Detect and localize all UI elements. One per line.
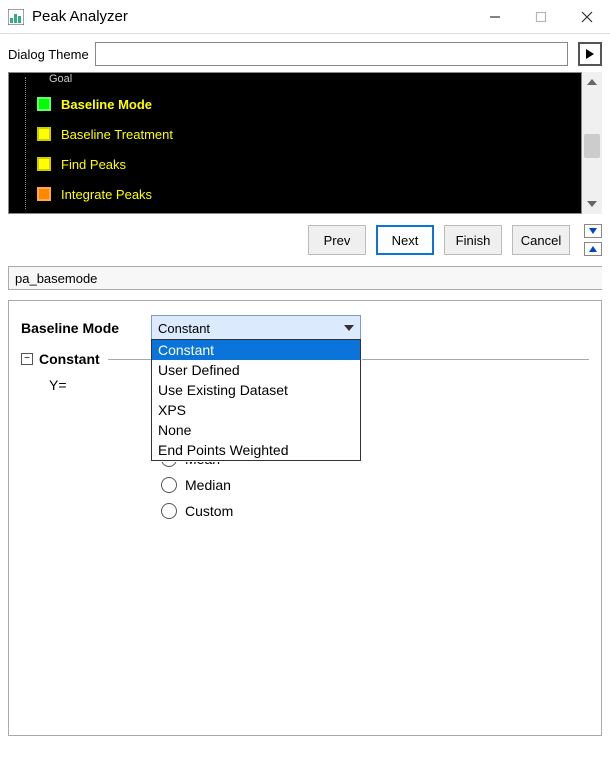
dropdown-option[interactable]: End Points Weighted	[152, 440, 360, 460]
panel-collapse-down-button[interactable]	[584, 224, 602, 238]
steps-scrollbar[interactable]	[582, 72, 602, 214]
dialog-theme-row: Dialog Theme	[0, 34, 610, 72]
finish-button[interactable]: Finish	[444, 225, 502, 255]
radio-label: Median	[185, 477, 231, 493]
wizard-nav-row: Prev Next Finish Cancel	[0, 214, 610, 266]
step-label: Find Peaks	[61, 157, 126, 172]
wizard-step[interactable]: Find Peaks	[9, 149, 581, 179]
window-title: Peak Analyzer	[32, 8, 472, 25]
dialog-theme-menu-button[interactable]	[578, 42, 602, 66]
wizard-step[interactable]: Baseline Mode	[9, 89, 581, 119]
y-radio-option[interactable]: Custom	[161, 503, 233, 519]
scroll-down-icon[interactable]	[582, 194, 602, 214]
step-label: Baseline Treatment	[61, 127, 173, 142]
dropdown-option[interactable]: User Defined	[152, 360, 360, 380]
main-form-panel: Baseline Mode Constant − Constant Y= Con…	[8, 300, 602, 736]
dropdown-option[interactable]: Constant	[152, 340, 360, 360]
step-label: Baseline Mode	[61, 97, 152, 112]
y-radio-option[interactable]: Median	[161, 477, 233, 493]
wizard-step[interactable]: Baseline Treatment	[9, 119, 581, 149]
chevron-down-icon	[344, 325, 354, 331]
close-button[interactable]	[564, 0, 610, 34]
radio-icon	[161, 477, 177, 493]
baseline-mode-label: Baseline Mode	[21, 320, 151, 336]
step-status-icon	[37, 187, 51, 201]
dialog-theme-label: Dialog Theme	[8, 47, 89, 62]
prev-button[interactable]: Prev	[308, 225, 366, 255]
dialog-theme-input[interactable]	[95, 42, 568, 66]
tree-connector	[25, 77, 26, 209]
panel-collapse-up-button[interactable]	[584, 242, 602, 256]
baseline-mode-value: Constant	[158, 321, 210, 336]
wizard-steps-panel: Goal Baseline Mode Baseline Treatment Find …	[8, 72, 582, 214]
step-status-icon	[37, 97, 51, 111]
step-label: Goal	[49, 73, 72, 85]
dropdown-option[interactable]: Use Existing Dataset	[152, 380, 360, 400]
page-id-field: pa_basemode	[8, 266, 602, 290]
radio-icon	[161, 503, 177, 519]
step-status-icon	[37, 127, 51, 141]
dropdown-option[interactable]: XPS	[152, 400, 360, 420]
minimize-button[interactable]	[472, 0, 518, 34]
baseline-mode-dropdown-list[interactable]: ConstantUser DefinedUse Existing Dataset…	[151, 339, 361, 461]
scroll-thumb[interactable]	[584, 134, 600, 158]
radio-label: Custom	[185, 503, 233, 519]
baseline-mode-select[interactable]: Constant	[151, 315, 361, 341]
titlebar: Peak Analyzer	[0, 0, 610, 34]
collapse-icon: −	[21, 353, 33, 365]
step-label: Integrate Peaks	[61, 187, 152, 202]
app-icon	[8, 9, 24, 25]
constant-section-label: Constant	[39, 351, 100, 367]
step-status-icon	[37, 157, 51, 171]
next-button[interactable]: Next	[376, 225, 434, 255]
cancel-button[interactable]: Cancel	[512, 225, 570, 255]
wizard-step[interactable]: Integrate Peaks	[9, 179, 581, 209]
maximize-button[interactable]	[518, 0, 564, 34]
scroll-up-icon[interactable]	[582, 72, 602, 92]
wizard-step[interactable]: Goal	[9, 73, 581, 89]
dropdown-option[interactable]: None	[152, 420, 360, 440]
